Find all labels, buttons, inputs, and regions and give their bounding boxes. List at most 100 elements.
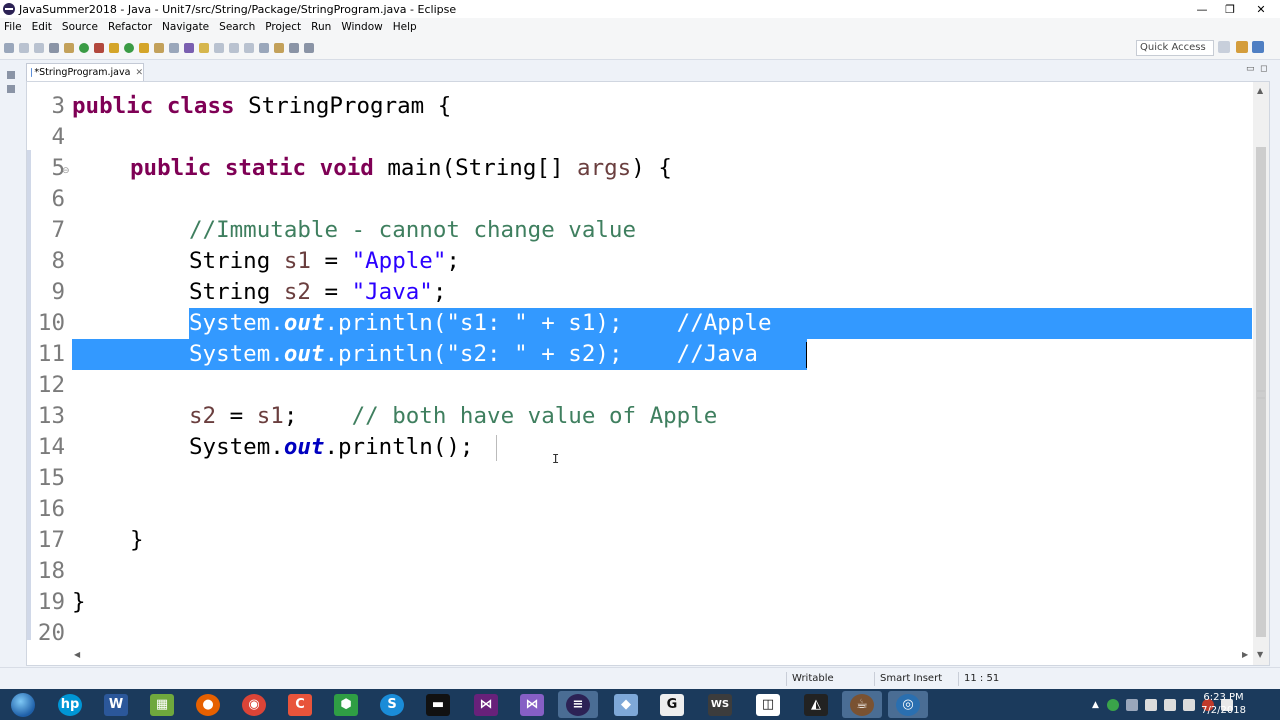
horizontal-scrollbar[interactable]: ◀ ▶ — [72, 649, 1252, 663]
whitespace-icon[interactable] — [229, 42, 239, 53]
calculator-icon[interactable]: ▦ — [142, 691, 182, 718]
mouse-ibeam-icon: I — [552, 452, 560, 466]
open-type-icon[interactable] — [139, 42, 149, 53]
line-number: 13 — [37, 403, 65, 429]
package-explorer-icon[interactable] — [7, 85, 15, 93]
taskbar-clock[interactable]: 6:23 PM 7/2/2018 — [1201, 691, 1246, 717]
print-icon[interactable] — [49, 42, 59, 53]
line-number: 17 — [37, 527, 65, 553]
code-line: public class StringProgram { — [72, 93, 452, 119]
line-number: 19 — [37, 589, 65, 615]
cursor-position-status: 11 : 51 — [964, 673, 1000, 684]
virtualbox-icon[interactable]: ◆ — [606, 691, 646, 718]
save-all-icon[interactable] — [34, 42, 44, 53]
line-number: 11 — [37, 341, 65, 367]
new-package-icon[interactable] — [109, 42, 119, 53]
minimize-editor-icon[interactable]: ▭ — [1246, 64, 1255, 74]
ws-icon[interactable]: WS — [700, 691, 740, 718]
block-selection-icon[interactable] — [214, 42, 224, 53]
code-editor[interactable]: 3 4 5 6 7 8 9 10 11 12 13 14 15 16 17 18… — [26, 81, 1270, 666]
mark-occurrences-icon[interactable] — [199, 42, 209, 53]
new-class-icon[interactable] — [124, 42, 134, 53]
forward-icon[interactable] — [304, 42, 314, 53]
skype-icon[interactable]: S — [372, 691, 412, 718]
open-perspective-icon[interactable] — [1218, 41, 1230, 53]
annotation-icon[interactable] — [184, 42, 194, 53]
quick-access-input[interactable]: Quick Access — [1136, 40, 1214, 56]
title-bar: JavaSummer2018 - Java - Unit7/src/String… — [0, 0, 1280, 18]
firefox-icon[interactable]: ● — [188, 691, 228, 718]
menu-window[interactable]: Window — [341, 21, 382, 33]
minimize-button[interactable]: — — [1188, 0, 1216, 18]
maximize-editor-icon[interactable]: ◻ — [1260, 64, 1267, 74]
new-icon[interactable] — [4, 42, 14, 53]
menu-edit[interactable]: Edit — [32, 21, 52, 33]
line-number: 15 — [37, 465, 65, 491]
next-annotation-icon[interactable] — [244, 42, 254, 53]
menu-file[interactable]: File — [4, 21, 22, 33]
coverage-icon[interactable] — [94, 42, 104, 53]
writable-status: Writable — [792, 673, 834, 684]
line-number: 6 — [51, 186, 65, 212]
close-tab-icon[interactable]: ✕ — [135, 68, 143, 78]
hp-icon[interactable]: hp — [50, 691, 90, 718]
g-icon[interactable]: G — [652, 691, 692, 718]
save-icon[interactable] — [19, 42, 29, 53]
line-number: 16 — [37, 496, 65, 522]
chrome-icon[interactable]: ◉ — [234, 691, 274, 718]
cursor-marker — [496, 435, 497, 461]
eclipse-icon[interactable]: ≡ — [558, 691, 598, 718]
menu-run[interactable]: Run — [311, 21, 331, 33]
start-button[interactable] — [0, 689, 46, 720]
run-icon[interactable] — [79, 42, 89, 53]
tray-app-icon[interactable] — [1106, 698, 1119, 711]
scroll-left-icon[interactable]: ◀ — [74, 650, 80, 659]
menu-project[interactable]: Project — [265, 21, 301, 33]
geogebra-icon[interactable]: ⬢ — [326, 691, 366, 718]
word-icon[interactable]: W — [96, 691, 136, 718]
java-perspective-icon[interactable] — [1252, 41, 1264, 53]
text-caret — [806, 342, 807, 368]
app-icon[interactable]: C — [280, 691, 320, 718]
line-number: 20 — [37, 620, 65, 646]
battery-icon[interactable] — [1163, 698, 1176, 711]
menu-navigate[interactable]: Navigate — [162, 21, 209, 33]
code-line: String s1 = "Apple"; — [189, 248, 460, 274]
unity-icon[interactable]: ◭ — [796, 691, 836, 718]
restore-icon[interactable] — [7, 71, 15, 79]
open-folder-icon[interactable] — [154, 42, 164, 53]
last-edit-icon[interactable] — [274, 42, 284, 53]
java-icon[interactable]: ☕ — [842, 691, 882, 718]
code-area[interactable]: public class StringProgram { public stat… — [72, 82, 1252, 647]
overview-marker[interactable] — [1257, 390, 1265, 392]
visual-studio-icon[interactable]: ⋈ — [466, 691, 506, 718]
search-icon[interactable] — [169, 42, 179, 53]
left-trim-bar — [0, 61, 22, 667]
window-icon[interactable]: ◫ — [748, 691, 788, 718]
overview-marker[interactable] — [1257, 397, 1265, 399]
menu-help[interactable]: Help — [393, 21, 417, 33]
scroll-right-icon[interactable]: ▶ — [1242, 650, 1248, 659]
maximize-button[interactable]: ❐ — [1216, 0, 1244, 18]
editor-tab-bar: *StringProgram.java ✕ — [26, 61, 1270, 81]
tab-label: *StringProgram.java — [34, 67, 131, 78]
tray-app-icon[interactable] — [1125, 698, 1138, 711]
prev-annotation-icon[interactable] — [259, 42, 269, 53]
show-hidden-icons-icon[interactable]: ▲ — [1092, 700, 1099, 710]
code-line: public static void main(String[] args) { — [130, 155, 672, 181]
menu-refactor[interactable]: Refactor — [108, 21, 152, 33]
explorer-icon[interactable]: ▬ — [418, 691, 458, 718]
fold-collapse-icon[interactable]: ⊖ — [62, 166, 70, 176]
network-icon[interactable] — [1182, 698, 1195, 711]
record-icon[interactable]: ◎ — [888, 691, 928, 718]
java-ee-perspective-icon[interactable] — [1236, 41, 1248, 53]
visual-studio-icon[interactable]: ⋈ — [512, 691, 552, 718]
tab-stringprogram[interactable]: *StringProgram.java ✕ — [26, 63, 144, 81]
debug-icon[interactable] — [64, 42, 74, 53]
close-button[interactable]: ✕ — [1244, 0, 1278, 18]
menu-source[interactable]: Source — [62, 21, 98, 33]
overview-ruler[interactable] — [1254, 81, 1268, 666]
printer-icon[interactable] — [1144, 698, 1157, 711]
back-icon[interactable] — [289, 42, 299, 53]
menu-search[interactable]: Search — [219, 21, 255, 33]
